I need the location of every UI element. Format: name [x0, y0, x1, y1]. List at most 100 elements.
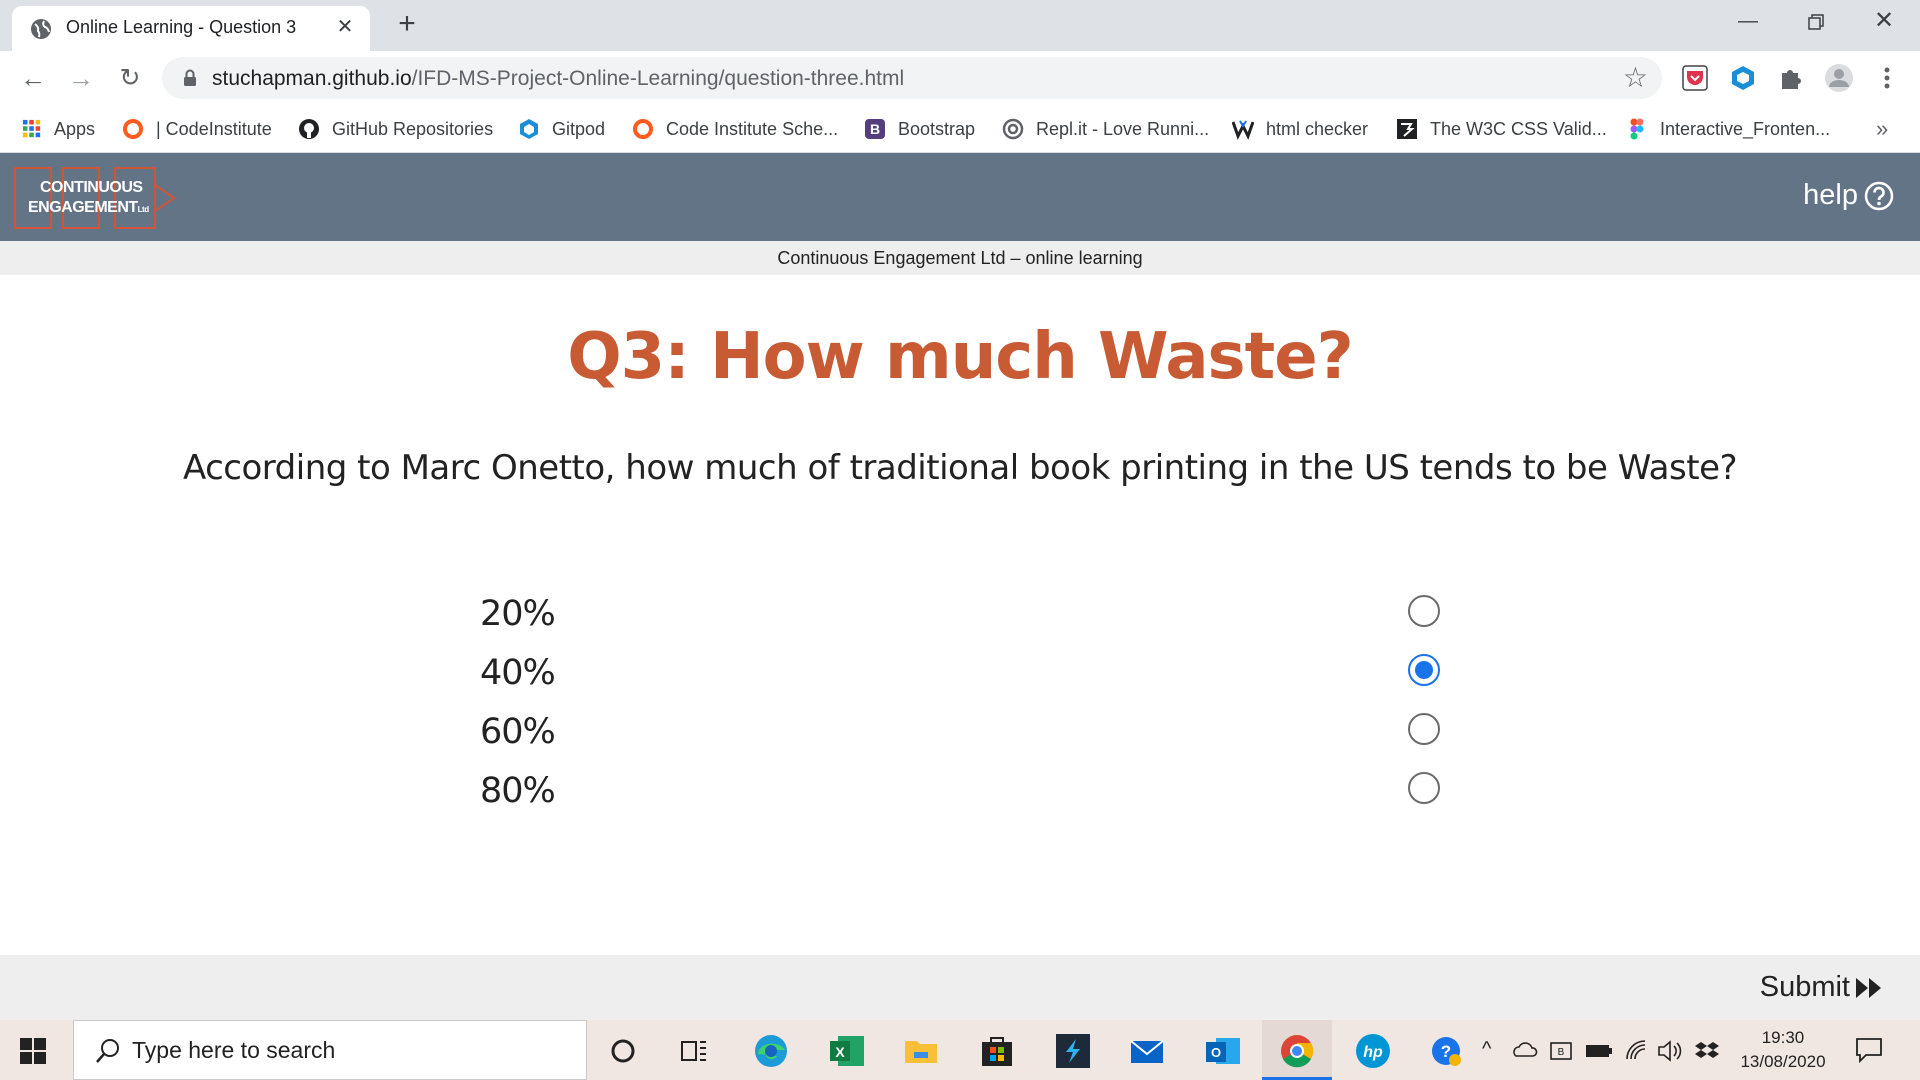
- answer-radio[interactable]: [1408, 713, 1440, 745]
- github-icon: [299, 119, 319, 139]
- answer-radio[interactable]: [1408, 772, 1440, 804]
- w3c-icon: [1232, 120, 1254, 140]
- logo-line-2: ENGAGEMENTLtd: [28, 199, 149, 216]
- microsoft-store-icon[interactable]: [978, 1032, 1016, 1070]
- bookmark-github[interactable]: GitHub Repositories: [298, 106, 493, 152]
- network-share-icon[interactable]: B: [1548, 1032, 1576, 1070]
- clock-date: 13/08/2020: [1740, 1052, 1826, 1071]
- answer-label: 60%: [480, 712, 556, 752]
- figma-icon: [1630, 118, 1644, 140]
- search-icon: [96, 1039, 119, 1063]
- tab-close-icon[interactable]: ✕: [332, 14, 358, 40]
- globe-icon: [31, 19, 51, 39]
- reload-icon[interactable]: ↻: [112, 61, 148, 97]
- company-logo[interactable]: CONTINUOUS ENGAGEMENTLtd: [14, 167, 176, 229]
- windows-start-icon[interactable]: [20, 1038, 46, 1064]
- browser-tab-strip: Online Learning - Question 3 ✕ + — ✕: [0, 0, 1920, 51]
- bookmark-codeinstitute[interactable]: | CodeInstitute: [122, 106, 272, 152]
- bookmark-bootstrap[interactable]: B Bootstrap: [864, 106, 975, 152]
- bookmark-star-icon[interactable]: ☆: [1623, 63, 1648, 93]
- question-text: According to Marc Onetto, how much of tr…: [182, 448, 1738, 488]
- volume-icon[interactable]: [1656, 1032, 1684, 1070]
- gitpod-extension-icon[interactable]: [1728, 63, 1758, 93]
- help-tray-icon[interactable]: ?: [1430, 1032, 1464, 1070]
- answer-option-40[interactable]: 40%: [480, 647, 1450, 699]
- submit-button[interactable]: Submit: [1760, 971, 1884, 1004]
- question-title: Q3: How much Waste?: [567, 320, 1354, 394]
- edge-browser-icon[interactable]: [752, 1032, 790, 1070]
- tab-title: Online Learning - Question 3: [66, 17, 297, 37]
- url-text: stuchapman.github.io/IFD-MS-Project-Onli…: [212, 67, 905, 90]
- pocket-extension-icon[interactable]: [1680, 63, 1710, 93]
- svg-text:O: O: [1211, 1045, 1221, 1060]
- logo-outline-icon: [14, 167, 176, 229]
- windows-taskbar: Type here to search X O hp ? ^ B 19:30 1…: [0, 1020, 1920, 1080]
- bookmark-gitpod[interactable]: Gitpod: [518, 106, 605, 152]
- svg-text:B: B: [1558, 1047, 1565, 1058]
- code-institute-icon: [633, 119, 653, 139]
- outlook-icon[interactable]: O: [1204, 1032, 1242, 1070]
- forward-arrow-icon[interactable]: →: [63, 61, 99, 97]
- new-tab-button[interactable]: +: [390, 6, 424, 44]
- bookmarks-bar: Apps | CodeInstitute GitHub Repositories…: [0, 106, 1920, 153]
- profile-avatar-icon[interactable]: [1824, 63, 1854, 93]
- cortana-icon[interactable]: [604, 1032, 642, 1070]
- task-view-icon[interactable]: [676, 1032, 714, 1070]
- help-link[interactable]: help: [1803, 179, 1894, 212]
- bookmark-replit[interactable]: Repl.it - Love Runni...: [1002, 106, 1209, 152]
- clock-time: 19:30: [1761, 1028, 1805, 1047]
- w3c-css-icon: [1397, 119, 1417, 139]
- bookmark-apps[interactable]: Apps: [22, 106, 95, 152]
- extensions-puzzle-icon[interactable]: [1776, 63, 1806, 93]
- answer-label: 40%: [480, 653, 556, 693]
- slack-like-app-icon[interactable]: [1054, 1032, 1092, 1070]
- chrome-taskbar-active[interactable]: [1262, 1020, 1332, 1080]
- apps-grid-icon: [22, 119, 41, 138]
- submit-label: Submit: [1759, 971, 1850, 1003]
- answer-option-20[interactable]: 20%: [480, 588, 1450, 640]
- bootstrap-icon: B: [865, 119, 885, 139]
- site-subtitle: Continuous Engagement Ltd – online learn…: [0, 241, 1920, 275]
- restore-window-icon[interactable]: [1784, 0, 1848, 44]
- question-circle-icon: [1864, 181, 1894, 210]
- answer-option-80[interactable]: 80%: [480, 765, 1450, 817]
- logo-line-1: CONTINUOUS: [40, 179, 143, 196]
- file-explorer-icon[interactable]: [902, 1032, 940, 1070]
- taskbar-search-box[interactable]: Type here to search: [73, 1020, 587, 1080]
- minimize-icon[interactable]: —: [1716, 0, 1780, 44]
- browser-tab-active[interactable]: Online Learning - Question 3 ✕: [12, 6, 370, 51]
- battery-icon[interactable]: [1584, 1032, 1614, 1070]
- answer-label: 20%: [480, 594, 556, 634]
- answer-option-60[interactable]: 60%: [480, 706, 1450, 758]
- bookmark-code-institute-schedule[interactable]: Code Institute Sche...: [632, 106, 838, 152]
- more-bookmarks-chevron-icon[interactable]: »: [1876, 116, 1888, 142]
- bookmark-w3c-css-validator[interactable]: The W3C CSS Valid...: [1396, 106, 1607, 152]
- svg-text:hp: hp: [1363, 1044, 1383, 1061]
- mail-icon[interactable]: [1128, 1032, 1166, 1070]
- bookmark-html-checker[interactable]: html checker: [1232, 106, 1368, 152]
- answer-label: 80%: [480, 771, 556, 811]
- wifi-icon[interactable]: [1624, 1032, 1650, 1070]
- onedrive-icon[interactable]: [1512, 1032, 1540, 1070]
- code-institute-icon: [123, 119, 143, 139]
- fast-forward-icon: [1856, 977, 1881, 998]
- close-window-icon[interactable]: ✕: [1852, 0, 1916, 44]
- show-hidden-icons-chevron-icon[interactable]: ^: [1482, 1038, 1491, 1061]
- dropbox-icon[interactable]: [1694, 1032, 1720, 1070]
- browser-menu-icon[interactable]: [1872, 63, 1902, 93]
- browser-toolbar: ← → ↻ stuchapman.github.io/IFD-MS-Projec…: [0, 51, 1920, 106]
- gitpod-icon: [520, 119, 538, 139]
- system-clock[interactable]: 19:30 13/08/2020: [1728, 1026, 1838, 1074]
- excel-icon[interactable]: X: [828, 1032, 866, 1070]
- svg-text:B: B: [870, 121, 880, 137]
- hp-icon[interactable]: hp: [1354, 1032, 1392, 1070]
- back-arrow-icon[interactable]: ←: [15, 61, 51, 97]
- answer-radio-selected[interactable]: [1408, 654, 1440, 686]
- answer-radio[interactable]: [1408, 595, 1440, 627]
- address-bar[interactable]: stuchapman.github.io/IFD-MS-Project-Onli…: [162, 57, 1662, 99]
- notifications-icon[interactable]: [1854, 1036, 1884, 1064]
- lock-icon: [184, 69, 196, 86]
- bookmark-interactive-frontend[interactable]: Interactive_Fronten...: [1626, 106, 1830, 152]
- help-label: help: [1803, 179, 1858, 211]
- site-header: CONTINUOUS ENGAGEMENTLtd help: [0, 153, 1920, 241]
